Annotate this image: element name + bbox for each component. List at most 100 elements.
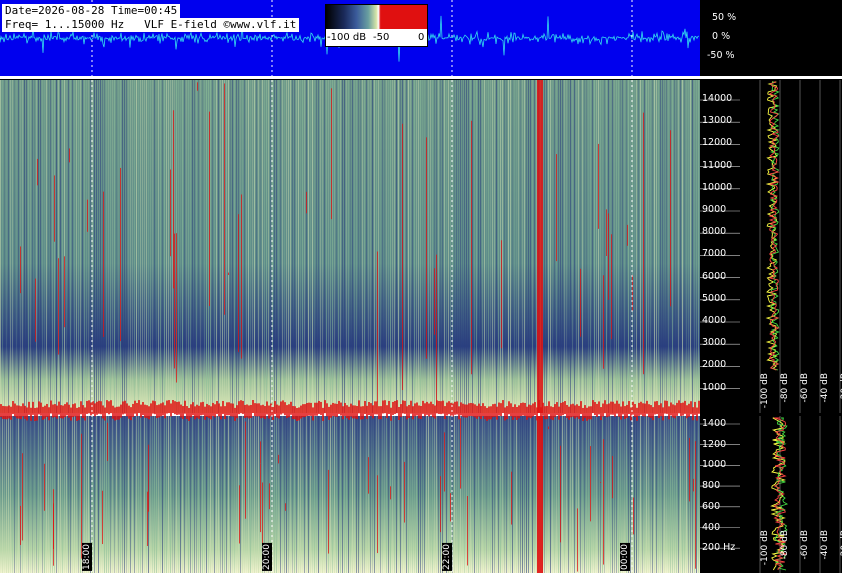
spectro-streak [386, 416, 387, 573]
spectro-streak [548, 80, 549, 413]
low-freq-noise [58, 401, 60, 415]
spectro-streak [550, 80, 551, 413]
spectro-streak [56, 416, 57, 573]
spectro-streak [226, 416, 227, 573]
spectro-streak [680, 80, 681, 413]
spectro-streak [234, 416, 235, 573]
spectro-streak [496, 80, 497, 413]
low-freq-noise [376, 401, 378, 415]
low-freq-noise [306, 402, 308, 416]
spectro-streak [492, 80, 493, 413]
spectro-streak [416, 80, 417, 413]
spectro-streak [500, 416, 501, 573]
spectro-streak [40, 80, 41, 413]
low-freq-noise [364, 401, 366, 415]
spectro-streak [526, 80, 527, 413]
spectro-streak [512, 416, 513, 573]
spectro-streak [196, 416, 197, 573]
low-freq-noise [152, 400, 154, 414]
low-freq-noise [554, 404, 556, 418]
spectro-streak [42, 416, 43, 573]
spectro-red-streak [44, 463, 45, 511]
spectro-streak [466, 80, 467, 413]
spectro-streak [362, 416, 363, 573]
low-freq-noise [614, 403, 616, 417]
spectro-red-streak [598, 143, 599, 229]
spectro-streak [332, 416, 333, 573]
spectro-streak [36, 80, 37, 413]
spectro-red-streak [689, 437, 690, 502]
spectro-streak [254, 416, 255, 573]
upper-freq-label: 8000 [702, 226, 727, 238]
spectro-streak [616, 416, 617, 573]
spectro-streak [628, 80, 629, 413]
low-freq-noise [20, 406, 22, 420]
spectro-red-streak [444, 432, 445, 492]
spectro-streak [344, 416, 345, 573]
lower-db-label: -80 dB [780, 530, 790, 560]
spectro-streak [240, 80, 241, 413]
spectro-streak [636, 416, 637, 573]
spectro-red-streak [434, 268, 435, 335]
spectro-streak [684, 80, 685, 413]
spectro-streak [478, 80, 479, 413]
spectro-red-streak [404, 461, 405, 523]
low-freq-noise [258, 403, 260, 417]
spectro-streak [150, 416, 151, 573]
low-freq-noise [632, 401, 634, 415]
spectro-red-streak [148, 444, 149, 512]
low-freq-noise [578, 405, 580, 419]
low-freq-noise [552, 407, 554, 421]
low-freq-noise [128, 405, 130, 419]
spectro-streak [472, 80, 473, 413]
spectro-streak [368, 416, 369, 573]
spectro-streak [182, 80, 183, 413]
spectro-streak [648, 416, 649, 573]
spectro-red-streak [627, 224, 628, 246]
low-freq-noise [662, 407, 664, 421]
spectro-streak [354, 80, 355, 413]
spectro-streak [130, 416, 131, 573]
low-freq-noise [534, 402, 536, 416]
spectro-streak [638, 416, 639, 573]
spectro-streak [618, 80, 619, 413]
spectro-streak [262, 80, 263, 413]
low-freq-noise [150, 403, 152, 417]
spectro-streak [122, 80, 123, 413]
spectro-streak [296, 416, 297, 573]
spectro-streak [284, 80, 285, 413]
spectro-streak [212, 416, 213, 573]
low-freq-noise [600, 407, 602, 421]
spectro-streak [224, 416, 225, 573]
spectro-streak [198, 416, 199, 573]
spectro-streak [436, 416, 437, 573]
low-freq-noise [86, 400, 88, 414]
low-freq-noise [508, 401, 510, 415]
low-freq-noise [516, 406, 518, 420]
spectro-streak [248, 416, 249, 573]
spectro-streak [40, 416, 41, 573]
spectro-streak [114, 80, 115, 413]
spectro-streak [234, 80, 235, 413]
spectro-streak [508, 416, 509, 573]
spectro-streak [682, 416, 683, 573]
low-freq-noise [288, 404, 290, 418]
low-freq-noise [640, 401, 642, 415]
spectro-red-streak [228, 272, 229, 276]
low-freq-noise [374, 401, 376, 415]
spectro-streak [458, 80, 459, 413]
spectro-streak [342, 80, 343, 413]
spectro-streak [6, 80, 7, 413]
spectro-red-streak [54, 175, 55, 242]
spectro-streak [100, 416, 101, 573]
spectro-streak [86, 80, 87, 413]
spectro-streak [290, 80, 291, 413]
upper-freq-label: 6000 [702, 270, 727, 282]
spectro-streak [76, 416, 77, 573]
low-freq-noise [464, 404, 466, 418]
low-freq-noise [142, 402, 144, 416]
spectro-streak [534, 416, 535, 573]
low-freq-noise [106, 400, 108, 414]
spectro-streak [400, 80, 401, 413]
low-freq-noise [62, 405, 64, 419]
